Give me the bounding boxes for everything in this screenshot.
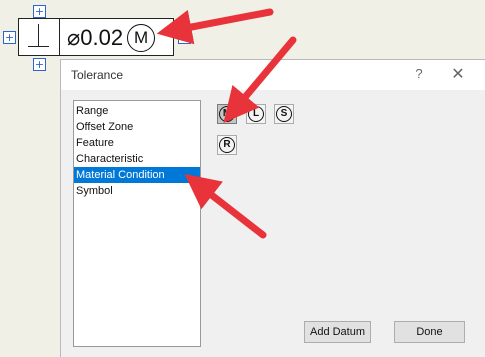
arrow-to-modifier-symbol-icon <box>156 8 274 45</box>
annotation-arrows <box>156 8 297 239</box>
arrow-to-m-button-icon <box>223 36 297 124</box>
arrow-to-material-condition-icon <box>184 173 267 239</box>
